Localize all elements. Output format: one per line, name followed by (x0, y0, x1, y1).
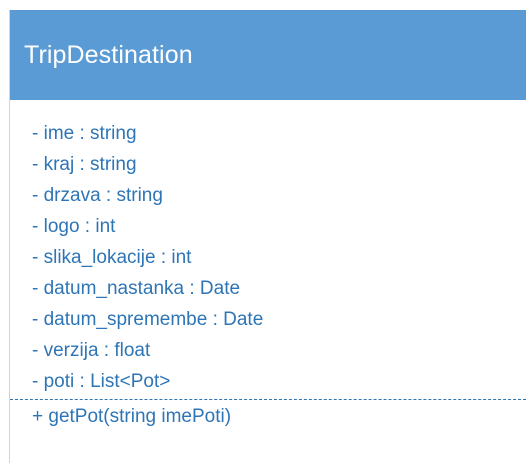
attribute-slika-lokacije: - slika_lokacije : int (32, 247, 192, 268)
methods-section: + getPot(string imePoti) (10, 400, 526, 432)
attribute-logo: - logo : int (32, 216, 116, 237)
class-name: TripDestination (24, 40, 193, 69)
attribute-drzava: - drzava : string (32, 185, 163, 206)
attribute-datum-spremembe: - datum_spremembe : Date (32, 309, 264, 330)
attributes-section: - ime : string - kraj : string - drzava … (10, 100, 526, 397)
attribute-poti: - poti : List<Pot> (32, 371, 171, 392)
attribute-ime: - ime : string (32, 123, 137, 144)
class-header: TripDestination (10, 10, 526, 100)
attribute-kraj: - kraj : string (32, 154, 137, 175)
attribute-verzija: - verzija : float (32, 340, 151, 361)
attribute-datum-nastanka: - datum_nastanka : Date (32, 278, 241, 299)
method-getpot: + getPot(string imePoti) (32, 406, 232, 427)
uml-class-box: TripDestination - ime : string - kraj : … (9, 10, 526, 463)
